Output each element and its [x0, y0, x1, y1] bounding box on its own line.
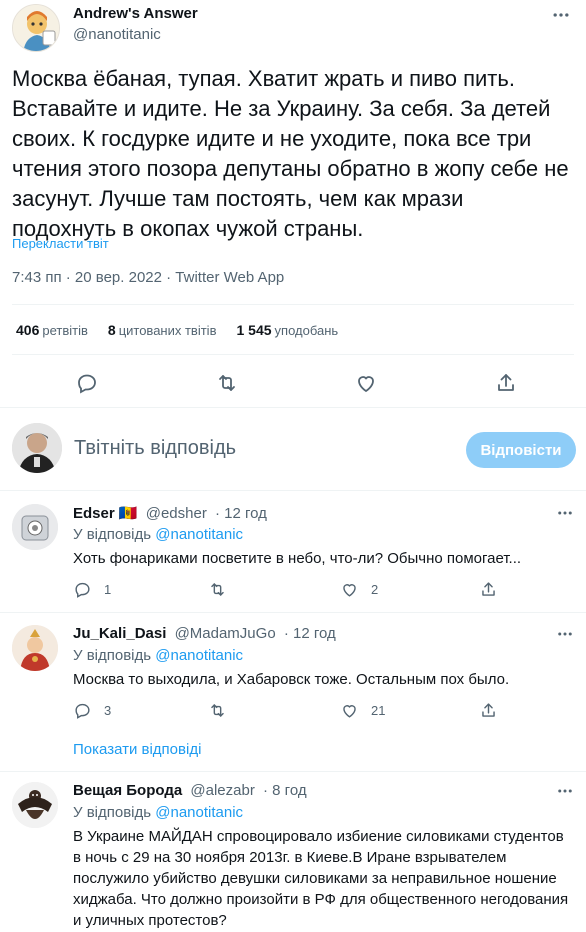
reply-to-line: У відповідь @nanotitanic [73, 647, 244, 664]
engagement-stats: 406 ретвітів 8 цитованих твітів 1 545 уподо… [16, 322, 338, 338]
reply-header: Ju_Kali_Dasi @MadamJuGo · 12 год [73, 625, 336, 642]
like-icon[interactable]: 2 [340, 580, 378, 599]
reply-header: Вещая Борода @alezabr · 8 год [73, 782, 307, 799]
reply-author-handle[interactable]: @MadamJuGo [175, 625, 276, 642]
retweet-icon[interactable] [215, 371, 239, 395]
like-icon[interactable] [354, 371, 378, 395]
reply-item[interactable]: Edser 🇲🇩 @edsher · 12 год У відповідь @n… [0, 504, 586, 614]
divider [0, 490, 586, 491]
retweet-icon[interactable] [208, 580, 227, 599]
main-tweet-header: Andrew's Answer @nanotitanic [12, 0, 574, 56]
share-icon[interactable] [494, 371, 518, 395]
mention-link[interactable]: @nanotitanic [155, 526, 243, 543]
author-name[interactable]: Andrew's Answer [73, 5, 198, 22]
reply-author-handle[interactable]: @alezabr [190, 782, 254, 799]
retweets-stat[interactable]: 406 ретвітів [16, 322, 88, 338]
like-count: 2 [371, 582, 379, 597]
current-user-avatar[interactable] [12, 423, 62, 473]
reply-icon[interactable]: 3 [73, 701, 111, 720]
reply-input[interactable]: Твітніть відповідь [74, 437, 236, 460]
reply-avatar[interactable] [12, 625, 58, 671]
reply-avatar[interactable] [12, 504, 58, 550]
reply-author-handle[interactable]: @edsher [146, 505, 207, 522]
mention-link[interactable]: @nanotitanic [155, 647, 243, 664]
divider [12, 304, 574, 305]
share-icon[interactable] [479, 580, 498, 599]
reply-icon[interactable]: 1 [73, 580, 111, 599]
reply-time[interactable]: · 12 год [215, 505, 267, 522]
retweet-icon[interactable] [208, 701, 227, 720]
reply-to-line: У відповідь @nanotitanic [73, 804, 244, 821]
more-options-icon[interactable] [556, 782, 576, 802]
reply-author-name[interactable]: Вещая Борода [73, 782, 182, 799]
show-replies-link[interactable]: Показати відповіді [73, 741, 201, 758]
reply-time[interactable]: · 12 год [284, 625, 336, 642]
reply-author-name[interactable]: Ju_Kali_Dasi [73, 625, 166, 642]
divider [12, 354, 574, 355]
more-options-icon[interactable] [556, 625, 576, 645]
likes-stat[interactable]: 1 545 уподобань [236, 322, 338, 338]
reply-avatar[interactable] [12, 782, 58, 828]
reply-text: Москва то выходила, и Хабаровск тоже. Ос… [73, 671, 510, 688]
reply-count: 1 [104, 582, 112, 597]
author-avatar[interactable] [12, 4, 60, 52]
reply-time[interactable]: · 8 год [263, 782, 307, 799]
like-count: 21 [371, 703, 386, 718]
reply-text: В Украине МАЙДАН спровоцировало избиение… [73, 828, 569, 929]
reply-header: Edser 🇲🇩 @edsher · 12 год [73, 504, 267, 522]
reply-composer: Твітніть відповідь Відповісти [0, 420, 586, 478]
share-icon[interactable] [479, 701, 498, 720]
main-tweet-actions [0, 366, 586, 400]
more-options-icon[interactable] [550, 4, 572, 26]
divider [0, 771, 586, 772]
mention-link[interactable]: @nanotitanic [155, 804, 243, 821]
quotes-stat[interactable]: 8 цитованих твітів [108, 322, 217, 338]
reply-actions: 3 21 [73, 701, 533, 725]
reply-item[interactable]: Ju_Kali_Dasi @MadamJuGo · 12 год У відпо… [0, 625, 586, 735]
reply-button[interactable]: Відповісти [466, 432, 576, 468]
reply-to-line: У відповідь @nanotitanic [73, 526, 244, 543]
reply-icon[interactable] [75, 371, 99, 395]
tweet-timestamp[interactable]: 7:43 пп · 20 вер. 2022 · Twitter Web App [12, 269, 284, 286]
tweet-text: Москва ёбаная, тупая. Хватит жрать и пив… [12, 66, 575, 241]
author-handle[interactable]: @nanotitanic [73, 26, 161, 43]
divider [0, 612, 586, 613]
reply-author-name[interactable]: Edser [73, 505, 115, 522]
tweet-page: Andrew's Answer @nanotitanic Москва ёбан… [0, 0, 586, 932]
reply-count: 3 [104, 703, 112, 718]
like-icon[interactable]: 21 [340, 701, 385, 720]
flag-emoji: 🇲🇩 [118, 505, 138, 522]
reply-text: Хоть фонариками посветите в небо, что-ли… [73, 550, 522, 567]
more-options-icon[interactable] [556, 504, 576, 524]
translate-tweet-link[interactable]: Перекласти твіт [12, 236, 109, 251]
reply-item[interactable]: Вещая Борода @alezabr · 8 год У відповід… [0, 782, 586, 932]
reply-actions: 1 2 [73, 580, 533, 604]
divider [0, 407, 586, 408]
